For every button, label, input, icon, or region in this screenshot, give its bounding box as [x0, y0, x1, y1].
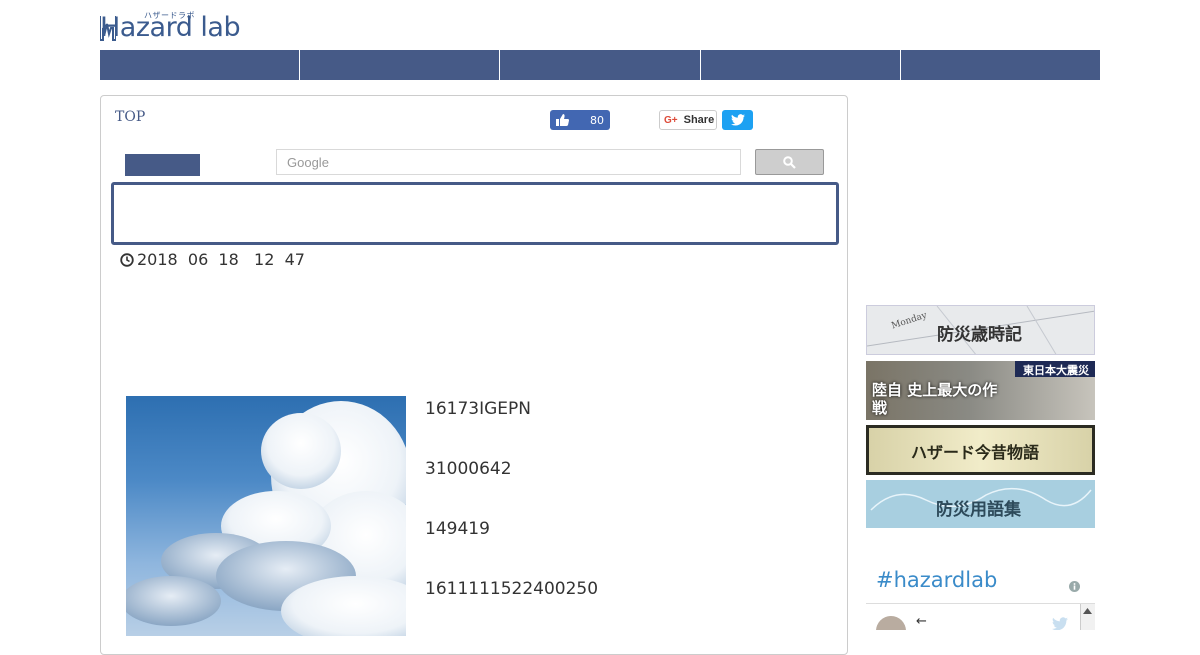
banner-hazard-konjaku[interactable]: ハザード今昔物語: [866, 425, 1095, 475]
date-month: 06: [187, 250, 209, 269]
date-day: 18: [218, 250, 239, 269]
twitter-bird-icon: [1052, 616, 1068, 630]
search-icon: [783, 155, 796, 169]
banner-label-3: ハザード今昔物語: [911, 443, 1040, 462]
site-logo[interactable]: ハザードラボ Hazard lab: [100, 8, 250, 42]
like-count: 80: [590, 113, 604, 127]
facebook-like-button[interactable]: 80: [550, 110, 610, 130]
article-photo: [126, 396, 406, 636]
date-hour: 12: [254, 250, 275, 269]
nav-item-3[interactable]: [500, 50, 701, 80]
clock-icon: [120, 252, 134, 267]
banner-label-1: 防災歳時記: [937, 325, 1022, 345]
avatar[interactable]: [876, 616, 906, 630]
twitter-widget-header: #hazardlab: [866, 560, 1095, 604]
nav-item-1[interactable]: [100, 50, 301, 80]
gplus-share-button[interactable]: G+ Share: [659, 110, 717, 130]
nav-item-5[interactable]: [900, 50, 1101, 80]
nav-item-4[interactable]: [700, 50, 901, 80]
banner-rikuji-sakusen[interactable]: 東日本大震災 陸自 史上最大の作戦: [866, 361, 1095, 420]
google-search-box: [276, 149, 741, 175]
date-minute: 47: [284, 250, 305, 269]
banner-bousai-saijiki[interactable]: Monday 防災歳時記: [866, 305, 1095, 355]
tweet-button[interactable]: [722, 110, 753, 130]
search-button[interactable]: [755, 149, 824, 175]
scroll-up-icon[interactable]: [1081, 606, 1094, 616]
meta-line-2: 31000642: [425, 459, 512, 479]
publish-date: 2018 06 18 12 47: [120, 250, 305, 269]
banner-bousai-yougo[interactable]: 防災用語集: [866, 480, 1095, 528]
meta-line-1: 16173IGEPN: [425, 399, 531, 419]
banner-label-2: 陸自 史上最大の作戦: [872, 381, 998, 417]
category-label[interactable]: [125, 154, 200, 176]
gplus-icon: G+: [664, 114, 678, 126]
meta-line-4: 1611111522400250: [425, 579, 599, 599]
meta-line-3: 149419: [425, 519, 490, 539]
banner-badge-text: 東日本大震災: [1023, 364, 1089, 377]
article-title-box: [111, 182, 839, 245]
logo-text: Hazard lab: [100, 12, 241, 43]
search-input[interactable]: [277, 150, 740, 174]
breadcrumb[interactable]: TOP: [115, 109, 145, 125]
twitter-feed: ←: [866, 604, 1095, 630]
feed-scrollbar[interactable]: [1080, 604, 1095, 630]
main-nav: [100, 50, 1101, 80]
nav-item-2[interactable]: [300, 50, 501, 80]
banner-label-4: 防災用語集: [936, 500, 1021, 520]
gplus-share-label: Share: [683, 114, 715, 126]
twitter-bird-icon: [730, 114, 745, 126]
thumbs-up-icon: [553, 110, 571, 130]
hashtag-title[interactable]: #hazardlab: [876, 568, 997, 592]
info-icon[interactable]: [1069, 577, 1080, 596]
date-year: 2018: [137, 250, 178, 269]
feed-arrow: ←: [916, 614, 927, 629]
